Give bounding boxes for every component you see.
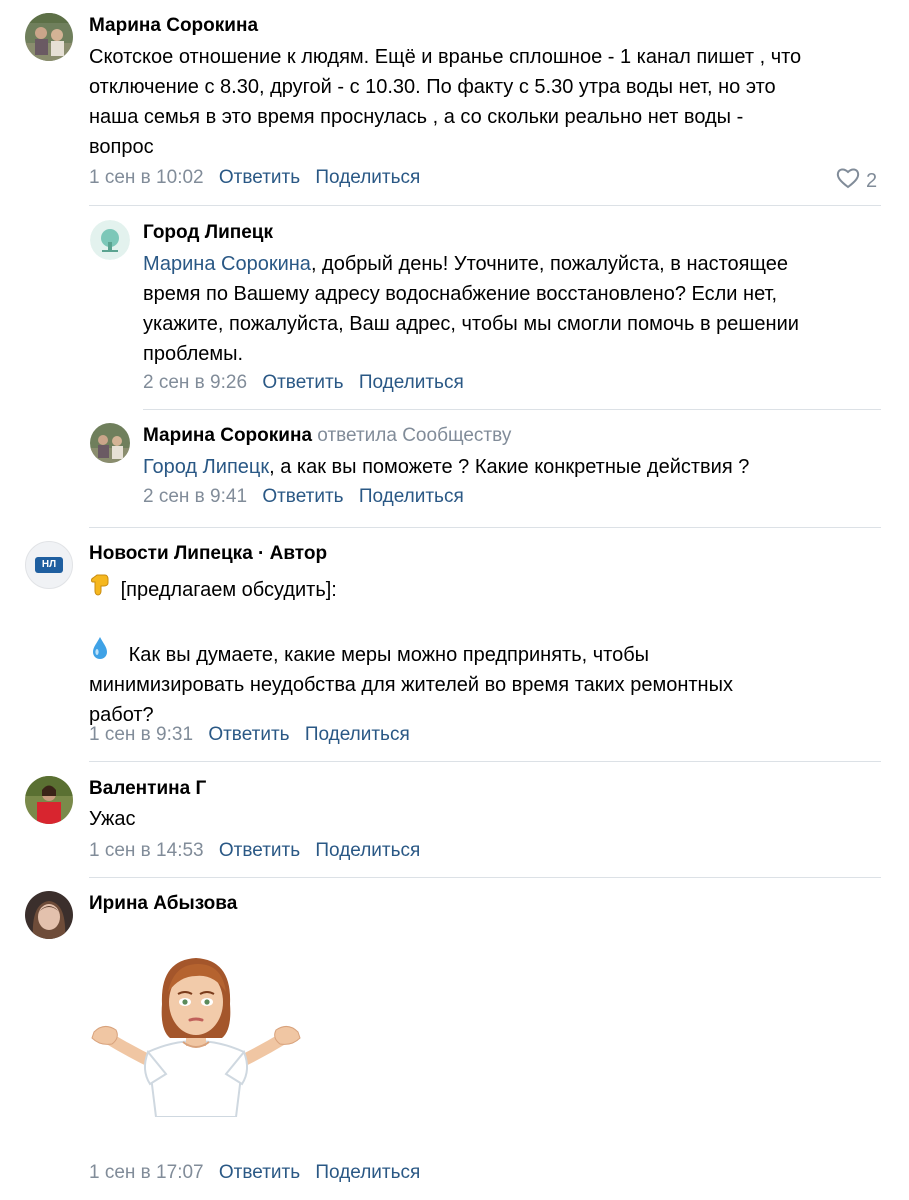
comment-date[interactable]: 1 сен в 14:53 xyxy=(89,840,204,861)
divider xyxy=(89,527,881,528)
reply-button[interactable]: Ответить xyxy=(219,1162,300,1183)
comment-text: [предлагаем обсудить]: Как вы думаете, к… xyxy=(89,570,733,730)
point-down-emoji-icon xyxy=(89,570,111,596)
reply-button[interactable]: Ответить xyxy=(208,724,289,745)
comment-text-line: отключение с 8.30, другой - с 10.30. По … xyxy=(89,76,776,98)
comment-meta: 1 сен в 9:31 Ответить Поделиться xyxy=(89,724,410,746)
comment-meta: 2 сен в 9:26 Ответить Поделиться xyxy=(143,372,464,394)
comment-text-line: укажите, пожалуйста, Ваш адрес, чтобы мы… xyxy=(143,313,799,335)
comment-date[interactable]: 1 сен в 9:31 xyxy=(89,724,193,745)
comment-text: Скотское отношение к людям. Ещё и вранье… xyxy=(89,42,801,162)
divider xyxy=(143,409,881,410)
shrugging-woman-sticker[interactable] xyxy=(86,952,306,1118)
avatar-novosti-lipetska[interactable]: НЛ xyxy=(25,541,73,589)
share-button[interactable]: Поделиться xyxy=(359,372,464,393)
comment-author: Марина Сорокина ответила Сообществу xyxy=(143,425,511,447)
reply-button[interactable]: Ответить xyxy=(262,486,343,507)
like-button[interactable]: 2 xyxy=(836,167,877,195)
mention-link[interactable]: Марина Сорокина xyxy=(143,253,311,275)
comment-text-line: Как вы думаете, какие меры можно предпри… xyxy=(128,644,650,666)
share-button[interactable]: Поделиться xyxy=(305,724,410,745)
author-suffix: ответила Сообществу xyxy=(317,425,512,446)
droplet-emoji-icon xyxy=(89,635,111,661)
comment-text-line: Ужас xyxy=(89,808,136,830)
avatar-marina[interactable] xyxy=(25,13,73,61)
comment-author[interactable]: Ирина Абызова xyxy=(89,893,237,915)
comment-date[interactable]: 2 сен в 9:26 xyxy=(143,372,247,393)
comment-author[interactable]: Город Липецк xyxy=(143,222,273,244)
comment-text-line: вопрос xyxy=(89,136,154,158)
comment-text: Ужас xyxy=(89,804,136,834)
avatar-logo-badge: НЛ xyxy=(35,557,63,573)
comment-meta: 1 сен в 17:07 Ответить Поделиться xyxy=(89,1162,420,1184)
comment-text-line: наша семья в это время проснулась , а со… xyxy=(89,106,744,128)
comment-text-line: проблемы. xyxy=(143,343,244,365)
comment-meta: 1 сен в 14:53 Ответить Поделиться xyxy=(89,840,420,862)
comment-text-line: Скотское отношение к людям. Ещё и вранье… xyxy=(89,46,802,68)
share-button[interactable]: Поделиться xyxy=(359,486,464,507)
avatar-valentina[interactable] xyxy=(25,776,73,824)
comment-text-line: минимизировать неудобства для жителей во… xyxy=(89,674,733,696)
reply-button[interactable]: Ответить xyxy=(219,840,300,861)
comment-author[interactable]: Валентина Г xyxy=(89,778,206,800)
heart-outline-icon xyxy=(836,167,860,195)
reply-button[interactable]: Ответить xyxy=(219,167,300,188)
share-button[interactable]: Поделиться xyxy=(315,1162,420,1183)
comment-text-line: [предлагаем обсудить]: xyxy=(120,579,337,601)
comment-text-line: , добрый день! Уточните, пожалуйста, в н… xyxy=(310,253,788,275)
divider xyxy=(89,761,881,762)
author-name[interactable]: Марина Сорокина xyxy=(143,425,312,446)
comment-text: Марина Сорокина, добрый день! Уточните, … xyxy=(143,249,799,369)
comment-author[interactable]: Новости Липецка · Автор xyxy=(89,543,327,565)
divider xyxy=(89,205,881,206)
avatar-gorod-lipetsk[interactable] xyxy=(90,220,130,260)
comment-author[interactable]: Марина Сорокина xyxy=(89,15,258,37)
comment-date[interactable]: 2 сен в 9:41 xyxy=(143,486,247,507)
avatar-marina[interactable] xyxy=(90,423,130,463)
comment-meta: 1 сен в 10:02 Ответить Поделиться xyxy=(89,167,420,189)
comment-text-line: время по Вашему адресу водоснабжение вос… xyxy=(143,283,778,305)
reply-button[interactable]: Ответить xyxy=(262,372,343,393)
share-button[interactable]: Поделиться xyxy=(315,167,420,188)
mention-link[interactable]: Город Липецк xyxy=(143,456,269,478)
share-button[interactable]: Поделиться xyxy=(315,840,420,861)
comment-text: Город Липецк, а как вы поможете ? Какие … xyxy=(143,452,749,482)
like-count: 2 xyxy=(866,169,878,192)
comment-text-line: , а как вы поможете ? Какие конкретные д… xyxy=(269,456,750,478)
avatar-irina[interactable] xyxy=(25,891,73,939)
comment-date[interactable]: 1 сен в 17:07 xyxy=(89,1162,204,1183)
divider xyxy=(89,877,881,878)
comment-meta: 2 сен в 9:41 Ответить Поделиться xyxy=(143,486,464,508)
comment-date[interactable]: 1 сен в 10:02 xyxy=(89,167,204,188)
